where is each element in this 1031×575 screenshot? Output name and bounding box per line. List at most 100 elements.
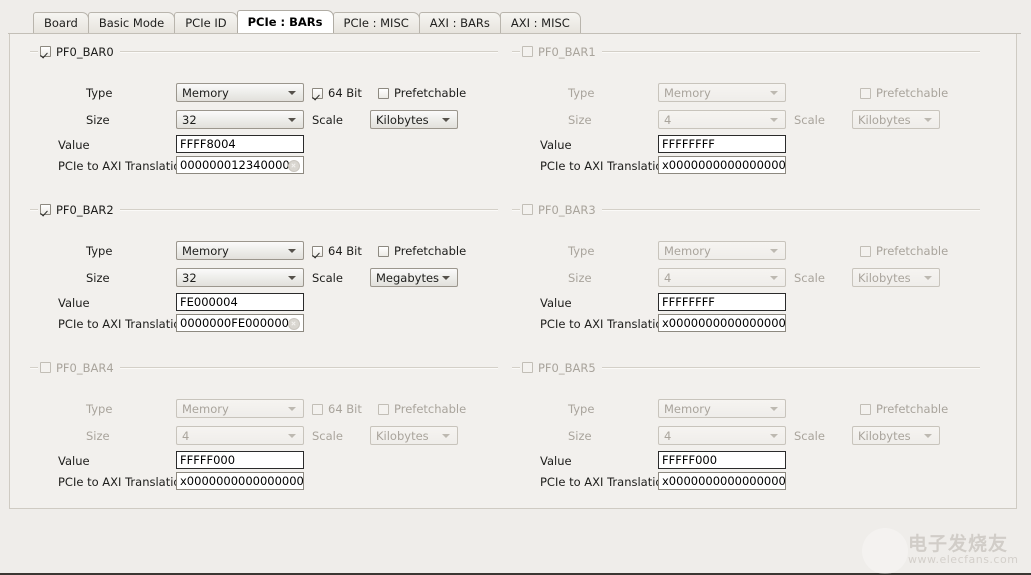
label-translation-pf0_bar0: PCIe to AXI Translation — [58, 159, 188, 173]
prefetchable-checkbox-pf0_bar4-box[interactable] — [378, 403, 389, 415]
chevron-down-icon — [442, 275, 450, 280]
scale-combo-pf0_bar0[interactable]: Kilobytes — [370, 110, 458, 129]
type-combo-pf0_bar1[interactable]: Memory — [658, 83, 786, 102]
value-input-pf0_bar5[interactable]: FFFFF000 — [658, 451, 786, 469]
tab-board[interactable]: Board — [33, 12, 89, 33]
size-combo-pf0_bar0[interactable]: 32 — [176, 110, 304, 129]
group-label-pf0_bar5: PF0_BAR5 — [538, 360, 596, 375]
bit64-checkbox-pf0_bar2-box[interactable] — [312, 245, 323, 257]
type-combo-pf0_bar4[interactable]: Memory — [176, 399, 304, 418]
chevron-down-icon — [770, 406, 778, 411]
label-translation-pf0_bar5-row: PCIe to AXI Translation — [540, 473, 670, 491]
group-pf0_bar3: PF0_BAR3 Type Memory Prefetchable Size 4 Scale… — [512, 202, 980, 337]
size-combo-pf0_bar4[interactable]: 4 — [176, 426, 304, 445]
prefetchable-checkbox-pf0_bar5-box[interactable] — [860, 403, 871, 415]
type-combo-pf0_bar5[interactable]: Memory — [658, 399, 786, 418]
type-combo-pf0_bar2[interactable]: Memory — [176, 241, 304, 260]
prefetchable-checkbox-pf0_bar1-box[interactable] — [860, 87, 871, 99]
chevron-down-icon — [770, 248, 778, 253]
label-size-pf0_bar3: Size — [568, 271, 592, 285]
size-combo-pf0_bar2[interactable]: 32 — [176, 268, 304, 287]
prefetchable-checkbox-pf0_bar4[interactable]: Prefetchable — [378, 402, 466, 416]
label-translation-pf0_bar0-row: PCIe to AXI Translation — [58, 157, 188, 175]
label-type-pf0_bar1-row: Type — [568, 84, 594, 102]
tab-pcie-id[interactable]: PCIe ID — [174, 12, 238, 33]
group-header-pf0_bar5[interactable]: PF0_BAR5 — [520, 360, 602, 375]
scale-combo-pf0_bar5[interactable]: Kilobytes — [852, 426, 940, 445]
group-pf0_bar5: PF0_BAR5 Type Memory Prefetchable Size 4 Scale… — [512, 360, 980, 495]
clear-icon[interactable] — [288, 160, 300, 172]
type-combo-pf0_bar0[interactable]: Memory — [176, 83, 304, 102]
value-input-pf0_bar1-value: FFFFFFFF — [662, 137, 715, 151]
value-input-pf0_bar4[interactable]: FFFFF000 — [176, 451, 304, 469]
translation-input-pf0_bar2-value: 0000000FE000000 — [180, 316, 289, 330]
clear-icon[interactable] — [288, 318, 300, 330]
label-translation-pf0_bar4: PCIe to AXI Translation — [58, 475, 188, 489]
size-combo-pf0_bar1-value: 4 — [664, 112, 672, 127]
bit64-checkbox-pf0_bar2-label: 64 Bit — [328, 244, 362, 258]
translation-input-pf0_bar1[interactable]: x0000000000000000 — [658, 156, 786, 174]
type-combo-pf0_bar3[interactable]: Memory — [658, 241, 786, 260]
bit64-checkbox-pf0_bar0-box[interactable] — [312, 87, 323, 99]
label-size-pf0_bar0-row: Size — [86, 111, 110, 129]
prefetchable-checkbox-pf0_bar1[interactable]: Prefetchable — [860, 86, 948, 100]
prefetchable-checkbox-pf0_bar5[interactable]: Prefetchable — [860, 402, 948, 416]
scale-combo-pf0_bar1[interactable]: Kilobytes — [852, 110, 940, 129]
enable-checkbox-pf0_bar3[interactable] — [522, 204, 533, 215]
bit64-checkbox-pf0_bar4-box[interactable] — [312, 403, 323, 415]
enable-checkbox-pf0_bar5[interactable] — [522, 362, 533, 373]
prefetchable-checkbox-pf0_bar2-box[interactable] — [378, 245, 389, 257]
translation-input-pf0_bar5[interactable]: x0000000000000000 — [658, 472, 786, 490]
translation-input-pf0_bar2[interactable]: 0000000FE000000 — [176, 314, 304, 332]
label-translation-pf0_bar3: PCIe to AXI Translation — [540, 317, 670, 331]
scale-combo-pf0_bar3-value: Kilobytes — [858, 270, 911, 285]
enable-checkbox-pf0_bar0[interactable] — [40, 46, 51, 57]
translation-input-pf0_bar3[interactable]: x0000000000000000 — [658, 314, 786, 332]
prefetchable-checkbox-pf0_bar0[interactable]: Prefetchable — [378, 86, 466, 100]
value-input-pf0_bar3[interactable]: FFFFFFFF — [658, 293, 786, 311]
chevron-down-icon — [442, 433, 450, 438]
value-input-pf0_bar1[interactable]: FFFFFFFF — [658, 135, 786, 153]
prefetchable-checkbox-pf0_bar0-box[interactable] — [378, 87, 389, 99]
value-input-pf0_bar2[interactable]: FE000004 — [176, 293, 304, 311]
translation-input-pf0_bar0[interactable]: 000000012340000 — [176, 156, 304, 174]
enable-checkbox-pf0_bar4[interactable] — [40, 362, 51, 373]
size-combo-pf0_bar1[interactable]: 4 — [658, 110, 786, 129]
prefetchable-checkbox-pf0_bar3[interactable]: Prefetchable — [860, 244, 948, 258]
scale-combo-pf0_bar4[interactable]: Kilobytes — [370, 426, 458, 445]
bit64-checkbox-pf0_bar2[interactable]: 64 Bit — [312, 244, 362, 258]
prefetchable-checkbox-pf0_bar3-box[interactable] — [860, 245, 871, 257]
group-label-pf0_bar4: PF0_BAR4 — [56, 360, 114, 375]
tab-pcie-bars[interactable]: PCIe : BARs — [236, 10, 334, 33]
scale-combo-pf0_bar3[interactable]: Kilobytes — [852, 268, 940, 287]
label-scale-pf0_bar4-row: Scale — [312, 427, 343, 445]
value-input-pf0_bar0[interactable]: FFFF8004 — [176, 135, 304, 153]
bit64-checkbox-pf0_bar4[interactable]: 64 Bit — [312, 402, 362, 416]
group-header-pf0_bar3[interactable]: PF0_BAR3 — [520, 202, 602, 217]
prefetchable-checkbox-pf0_bar2[interactable]: Prefetchable — [378, 244, 466, 258]
group-header-pf0_bar2[interactable]: PF0_BAR2 — [38, 202, 120, 217]
scale-combo-pf0_bar2[interactable]: Megabytes — [370, 268, 458, 287]
size-combo-pf0_bar5[interactable]: 4 — [658, 426, 786, 445]
bit64-checkbox-pf0_bar0[interactable]: 64 Bit — [312, 86, 362, 100]
type-combo-pf0_bar4-value: Memory — [182, 401, 229, 416]
group-pf0_bar1: PF0_BAR1 Type Memory Prefetchable Size 4 Scale… — [512, 44, 980, 179]
label-translation-pf0_bar5: PCIe to AXI Translation — [540, 475, 670, 489]
group-header-pf0_bar0[interactable]: PF0_BAR0 — [38, 44, 120, 59]
group-header-pf0_bar1[interactable]: PF0_BAR1 — [520, 44, 602, 59]
tab-basic-mode[interactable]: Basic Mode — [87, 12, 176, 33]
chevron-down-icon — [442, 117, 450, 122]
label-type-pf0_bar5-row: Type — [568, 400, 594, 418]
label-value-pf0_bar3-row: Value — [540, 294, 572, 312]
tab-axi-misc[interactable]: AXI : MISC — [499, 12, 581, 33]
translation-input-pf0_bar4[interactable]: x0000000000000000 — [176, 472, 304, 490]
label-type-pf0_bar3: Type — [568, 244, 595, 258]
enable-checkbox-pf0_bar1[interactable] — [522, 46, 533, 57]
tab-axi-bars[interactable]: AXI : BARs — [418, 12, 501, 33]
enable-checkbox-pf0_bar2[interactable] — [40, 204, 51, 215]
size-combo-pf0_bar3[interactable]: 4 — [658, 268, 786, 287]
group-header-pf0_bar4[interactable]: PF0_BAR4 — [38, 360, 120, 375]
dialog-button-bar: OK Cancel — [0, 509, 1031, 575]
tab-pcie-misc[interactable]: PCIe : MISC — [332, 12, 420, 33]
group-pf0_bar2: PF0_BAR2 Type Memory 64 Bit Prefetchable Size… — [30, 202, 498, 337]
